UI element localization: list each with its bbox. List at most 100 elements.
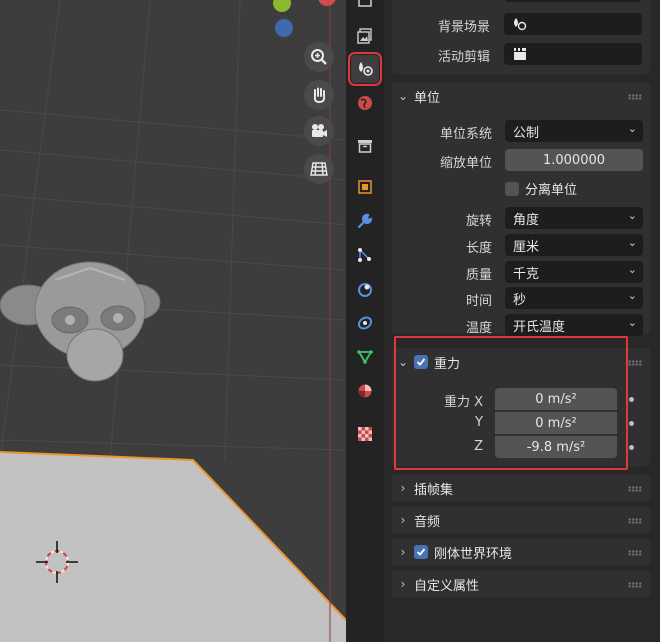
chevron-down-icon: ⌄ [627,122,637,135]
mass-value: 千克 [513,266,540,282]
unit-scale-field[interactable]: 1.000000 [505,149,643,171]
physics-icon [358,283,372,297]
rigid-body-enable-checkbox[interactable] [414,545,428,559]
chevron-down-icon: ⌄ [397,89,409,103]
checkmark-icon [416,358,426,366]
drag-grip-icon[interactable] [628,518,642,524]
keyframe-dot-icon[interactable] [629,421,634,426]
gravity-header[interactable]: ⌄ 重力 [392,348,650,376]
scene-icon [359,62,373,76]
separate-units-checkbox[interactable]: 分离单位 [505,179,577,198]
tab-constraints[interactable] [351,309,379,337]
tab-data[interactable] [351,343,379,371]
gravity-title: 重力 [434,356,461,372]
keying-sets-title: 插帧集 [414,482,454,498]
active-clip-field[interactable] [504,43,642,65]
audio-section[interactable]: › 音频 [392,506,650,534]
units-header[interactable]: ⌄ 单位 [392,82,650,110]
3d-viewport[interactable] [0,0,346,642]
drag-grip-icon[interactable] [628,582,642,588]
axis-z-dot[interactable] [275,19,293,37]
gravity-x-field[interactable]: 0 m/s² [495,388,617,410]
particles-icon [358,248,371,262]
hand-pan-icon[interactable] [304,80,334,110]
modifier-icon [357,213,373,229]
mass-select[interactable]: 千克 ⌄ [505,261,643,283]
data-icon [357,350,373,364]
grid-icon[interactable] [304,154,334,184]
time-select[interactable]: 秒 ⌄ [505,287,643,309]
scene-top-field[interactable] [504,0,642,2]
custom-properties-title: 自定义属性 [414,578,480,594]
properties-panel: 背景场景 活动剪辑 ⌄ 单位 单位系统 公制 ⌄ 缩放单位 1.000000 分离… [384,0,660,642]
chevron-down-icon: ⌄ [627,289,637,302]
material-icon [358,384,372,398]
rigid-body-world-section[interactable]: › 刚体世界环境 [392,538,650,566]
gravity-x-value: 0 m/s² [535,391,577,407]
chevron-down-icon: ⌄ [397,355,409,369]
background-scene-field[interactable] [504,13,642,35]
chevron-right-icon: › [400,577,406,591]
keying-sets-section[interactable]: › 插帧集 [392,474,650,502]
chevron-down-icon: ⌄ [627,236,637,249]
collection-icon [358,140,372,153]
keyframe-dot-icon[interactable] [629,445,634,450]
custom-properties-section[interactable]: › 自定义属性 [392,570,650,598]
drag-grip-icon[interactable] [628,360,642,366]
gravity-z-label: Z [474,439,483,454]
tab-physics[interactable] [351,275,379,303]
ground-plane [0,452,346,642]
units-title: 单位 [414,90,441,106]
unit-system-label: 单位系统 [439,127,492,142]
gravity-enable-checkbox[interactable] [414,355,428,369]
length-label: 长度 [465,241,492,256]
unit-system-select[interactable]: 公制 ⌄ [505,120,643,142]
temperature-label: 温度 [465,321,492,336]
drag-grip-icon[interactable] [628,486,642,492]
tab-output[interactable] [351,22,379,50]
texture-icon [358,427,372,441]
gravity-x-label: 重力 X [443,395,483,410]
checkbox-icon [505,181,519,196]
chevron-down-icon: ⌄ [627,263,637,276]
temperature-value: 开氏温度 [513,319,566,335]
background-scene-label: 背景场景 [437,20,490,35]
tab-render[interactable] [351,0,379,16]
audio-title: 音频 [414,514,441,530]
time-label: 时间 [465,294,492,309]
separate-units-label: 分离单位 [525,183,578,198]
gravity-section: ⌄ 重力 重力 X 0 m/s² Y 0 m/s² Z -9.8 m/s² [392,348,650,466]
tab-world[interactable] [351,89,379,117]
units-section: ⌄ 单位 单位系统 公制 ⌄ 缩放单位 1.000000 分离单位 旋转 角度 ⌄ … [392,82,650,336]
chevron-right-icon: › [400,481,406,495]
chevron-down-icon: ⌄ [627,209,637,222]
properties-tab-bar [346,0,384,642]
keyframe-dot-icon[interactable] [629,397,634,402]
output-icon [357,28,372,44]
render-icon [358,0,372,7]
length-select[interactable]: 厘米 ⌄ [505,234,643,256]
tab-particles[interactable] [351,241,379,269]
tab-texture[interactable] [351,420,379,448]
gravity-y-value: 0 m/s² [535,415,577,431]
chevron-down-icon: ⌄ [627,316,637,329]
camera-icon[interactable] [304,116,334,146]
scene-section: 背景场景 活动剪辑 [392,0,650,74]
viewport-scene [0,0,346,642]
tab-collection[interactable] [351,132,379,160]
chevron-right-icon: › [400,545,406,559]
zoom-icon[interactable] [304,42,334,72]
checkmark-icon [416,548,426,556]
drag-grip-icon[interactable] [628,94,642,100]
tab-object[interactable] [351,173,379,201]
unit-system-value: 公制 [513,125,540,141]
gravity-y-field[interactable]: 0 m/s² [495,412,617,434]
rotation-select[interactable]: 角度 ⌄ [505,207,643,229]
mass-label: 质量 [465,268,492,283]
temperature-select[interactable]: 开氏温度 ⌄ [505,314,643,336]
tab-scene[interactable] [348,52,382,86]
gravity-z-field[interactable]: -9.8 m/s² [495,436,617,458]
tab-material[interactable] [351,377,379,405]
drag-grip-icon[interactable] [628,550,642,556]
tab-modifier[interactable] [351,207,379,235]
